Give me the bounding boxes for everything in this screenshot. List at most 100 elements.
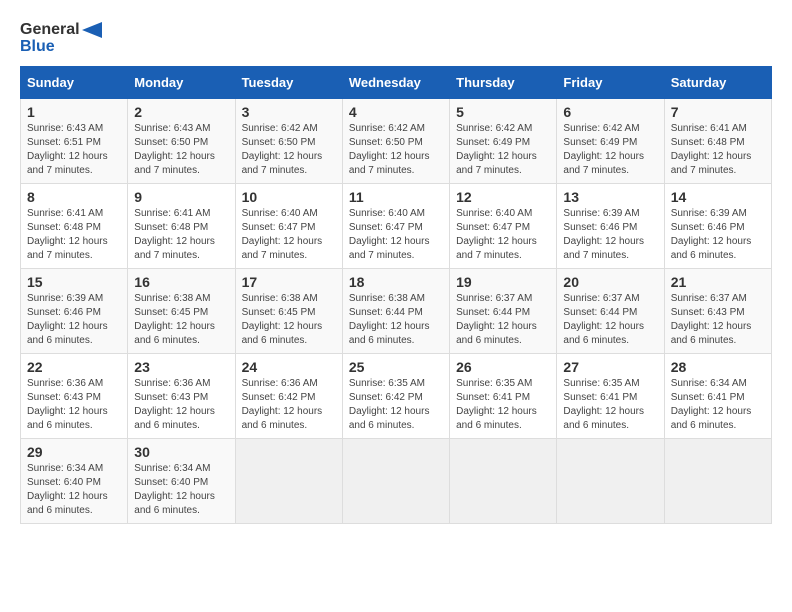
calendar-cell: 11 Sunrise: 6:40 AM Sunset: 6:47 PM Dayli… — [342, 184, 449, 269]
calendar-cell: 15 Sunrise: 6:39 AM Sunset: 6:46 PM Dayli… — [21, 269, 128, 354]
day-number: 1 — [27, 104, 121, 120]
day-number: 13 — [563, 189, 657, 205]
day-info: Sunrise: 6:43 AM Sunset: 6:50 PM Dayligh… — [134, 122, 228, 178]
calendar-cell: 25Sunrise: 6:35 AM Sunset: 6:42 PM Dayli… — [342, 354, 449, 439]
calendar-cell: 5Sunrise: 6:42 AM Sunset: 6:49 PM Daylig… — [450, 99, 557, 184]
day-info: Sunrise: 6:42 AM Sunset: 6:49 PM Dayligh… — [456, 122, 550, 178]
calendar-cell: 19 Sunrise: 6:37 AM Sunset: 6:44 PM Dayli… — [450, 269, 557, 354]
day-number: 17 — [242, 274, 336, 290]
day-number: 12 — [456, 189, 550, 205]
calendar-cell: 3Sunrise: 6:42 AM Sunset: 6:50 PM Daylig… — [235, 99, 342, 184]
day-number: 21 — [671, 274, 765, 290]
day-info: Sunrise: 6:42 AM Sunset: 6:50 PM Dayligh… — [242, 122, 336, 178]
day-info: Sunrise: 6:36 AM Sunset: 6:43 PM Dayligh… — [134, 377, 228, 433]
day-info: Sunrise: 6:42 AM Sunset: 6:49 PM Dayligh… — [563, 122, 657, 178]
day-info: Sunrise: 6:37 AM Sunset: 6:43 PM Dayligh… — [671, 292, 765, 348]
day-number: 26 — [456, 359, 550, 375]
day-number: 25 — [349, 359, 443, 375]
logo-blue: Blue — [20, 37, 102, 56]
day-info: Sunrise: 6:34 AM Sunset: 6:40 PM Dayligh… — [27, 462, 121, 518]
day-info: Sunrise: 6:38 AM Sunset: 6:45 PM Dayligh… — [242, 292, 336, 348]
calendar-cell — [450, 439, 557, 524]
day-number: 29 — [27, 444, 121, 460]
day-info: Sunrise: 6:41 AM Sunset: 6:48 PM Dayligh… — [27, 207, 121, 263]
calendar-cell: 22 Sunrise: 6:36 AM Sunset: 6:43 PM Dayli… — [21, 354, 128, 439]
column-header-tuesday: Tuesday — [235, 67, 342, 99]
calendar-cell: 23 Sunrise: 6:36 AM Sunset: 6:43 PM Dayli… — [128, 354, 235, 439]
day-number: 20 — [563, 274, 657, 290]
calendar-cell: 1 Sunrise: 6:43 AM Sunset: 6:51 PM Daylig… — [21, 99, 128, 184]
calendar-week-row: 22 Sunrise: 6:36 AM Sunset: 6:43 PM Dayli… — [21, 354, 772, 439]
day-number: 2 — [134, 104, 228, 120]
column-header-wednesday: Wednesday — [342, 67, 449, 99]
column-header-thursday: Thursday — [450, 67, 557, 99]
page-header: General Blue — [20, 20, 772, 56]
day-info: Sunrise: 6:37 AM Sunset: 6:44 PM Dayligh… — [456, 292, 550, 348]
day-number: 22 — [27, 359, 121, 375]
day-number: 16 — [134, 274, 228, 290]
day-number: 28 — [671, 359, 765, 375]
calendar-cell: 14 Sunrise: 6:39 AM Sunset: 6:46 PM Dayli… — [664, 184, 771, 269]
calendar-cell: 17 Sunrise: 6:38 AM Sunset: 6:45 PM Dayli… — [235, 269, 342, 354]
calendar-cell: 24 Sunrise: 6:36 AM Sunset: 6:42 PM Dayli… — [235, 354, 342, 439]
day-number: 14 — [671, 189, 765, 205]
day-number: 18 — [349, 274, 443, 290]
day-info: Sunrise: 6:39 AM Sunset: 6:46 PM Dayligh… — [671, 207, 765, 263]
day-number: 30 — [134, 444, 228, 460]
day-number: 27 — [563, 359, 657, 375]
calendar-cell: 28 Sunrise: 6:34 AM Sunset: 6:41 PM Dayli… — [664, 354, 771, 439]
day-number: 19 — [456, 274, 550, 290]
calendar-cell: 2 Sunrise: 6:43 AM Sunset: 6:50 PM Daylig… — [128, 99, 235, 184]
day-info: Sunrise: 6:38 AM Sunset: 6:44 PM Dayligh… — [349, 292, 443, 348]
column-header-saturday: Saturday — [664, 67, 771, 99]
calendar-cell: 21 Sunrise: 6:37 AM Sunset: 6:43 PM Dayli… — [664, 269, 771, 354]
calendar-header-row: SundayMondayTuesdayWednesdayThursdayFrid… — [21, 67, 772, 99]
day-number: 7 — [671, 104, 765, 120]
day-info: Sunrise: 6:43 AM Sunset: 6:51 PM Dayligh… — [27, 122, 121, 178]
day-number: 23 — [134, 359, 228, 375]
day-info: Sunrise: 6:36 AM Sunset: 6:42 PM Dayligh… — [242, 377, 336, 433]
day-number: 10 — [242, 189, 336, 205]
day-info: Sunrise: 6:39 AM Sunset: 6:46 PM Dayligh… — [27, 292, 121, 348]
calendar-cell: 9Sunrise: 6:41 AM Sunset: 6:48 PM Daylig… — [128, 184, 235, 269]
calendar-cell: 26 Sunrise: 6:35 AM Sunset: 6:41 PM Dayli… — [450, 354, 557, 439]
calendar-cell: 7 Sunrise: 6:41 AM Sunset: 6:48 PM Daylig… — [664, 99, 771, 184]
day-info: Sunrise: 6:37 AM Sunset: 6:44 PM Dayligh… — [563, 292, 657, 348]
calendar-cell: 13 Sunrise: 6:39 AM Sunset: 6:46 PM Dayli… — [557, 184, 664, 269]
day-info: Sunrise: 6:41 AM Sunset: 6:48 PM Dayligh… — [134, 207, 228, 263]
day-info: Sunrise: 6:40 AM Sunset: 6:47 PM Dayligh… — [456, 207, 550, 263]
day-number: 24 — [242, 359, 336, 375]
day-number: 11 — [349, 189, 443, 205]
column-header-sunday: Sunday — [21, 67, 128, 99]
day-info: Sunrise: 6:41 AM Sunset: 6:48 PM Dayligh… — [671, 122, 765, 178]
calendar-cell: 20 Sunrise: 6:37 AM Sunset: 6:44 PM Dayli… — [557, 269, 664, 354]
calendar-cell — [342, 439, 449, 524]
column-header-friday: Friday — [557, 67, 664, 99]
calendar-cell — [664, 439, 771, 524]
calendar-week-row: 8Sunrise: 6:41 AM Sunset: 6:48 PM Daylig… — [21, 184, 772, 269]
day-info: Sunrise: 6:40 AM Sunset: 6:47 PM Dayligh… — [349, 207, 443, 263]
calendar-cell: 4 Sunrise: 6:42 AM Sunset: 6:50 PM Daylig… — [342, 99, 449, 184]
day-info: Sunrise: 6:36 AM Sunset: 6:43 PM Dayligh… — [27, 377, 121, 433]
day-number: 15 — [27, 274, 121, 290]
calendar-week-row: 1 Sunrise: 6:43 AM Sunset: 6:51 PM Daylig… — [21, 99, 772, 184]
calendar-cell — [557, 439, 664, 524]
day-info: Sunrise: 6:42 AM Sunset: 6:50 PM Dayligh… — [349, 122, 443, 178]
calendar-cell: 27 Sunrise: 6:35 AM Sunset: 6:41 PM Dayli… — [557, 354, 664, 439]
day-info: Sunrise: 6:35 AM Sunset: 6:41 PM Dayligh… — [563, 377, 657, 433]
day-info: Sunrise: 6:39 AM Sunset: 6:46 PM Dayligh… — [563, 207, 657, 263]
calendar-cell: 18 Sunrise: 6:38 AM Sunset: 6:44 PM Dayli… — [342, 269, 449, 354]
day-info: Sunrise: 6:35 AM Sunset: 6:41 PM Dayligh… — [456, 377, 550, 433]
column-header-monday: Monday — [128, 67, 235, 99]
day-info: Sunrise: 6:34 AM Sunset: 6:41 PM Dayligh… — [671, 377, 765, 433]
calendar-cell: 8Sunrise: 6:41 AM Sunset: 6:48 PM Daylig… — [21, 184, 128, 269]
day-info: Sunrise: 6:34 AM Sunset: 6:40 PM Dayligh… — [134, 462, 228, 518]
day-info: Sunrise: 6:38 AM Sunset: 6:45 PM Dayligh… — [134, 292, 228, 348]
day-number: 4 — [349, 104, 443, 120]
day-info: Sunrise: 6:40 AM Sunset: 6:47 PM Dayligh… — [242, 207, 336, 263]
calendar-table: SundayMondayTuesdayWednesdayThursdayFrid… — [20, 66, 772, 524]
calendar-cell — [235, 439, 342, 524]
calendar-cell: 16 Sunrise: 6:38 AM Sunset: 6:45 PM Dayli… — [128, 269, 235, 354]
calendar-cell: 12 Sunrise: 6:40 AM Sunset: 6:47 PM Dayli… — [450, 184, 557, 269]
logo-arrow-icon — [82, 22, 102, 38]
